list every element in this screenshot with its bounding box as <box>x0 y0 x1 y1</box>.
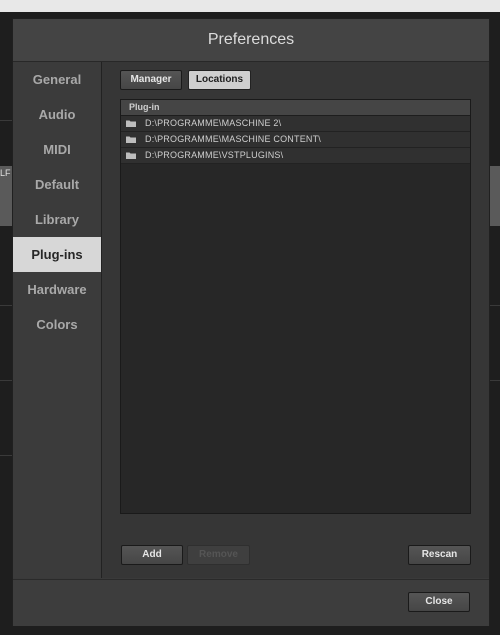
plug-ins-panel: Manager Locations Plug-in D:\PROGRAMME\M… <box>102 62 489 578</box>
location-path: D:\PROGRAMME\MASCHINE CONTENT\ <box>145 134 322 144</box>
plug-in-locations-table: Plug-in D:\PROGRAMME\MASCHINE 2\ D:\PROG… <box>120 99 471 514</box>
sidebar-item-audio[interactable]: Audio <box>13 97 101 132</box>
dialog-title: Preferences <box>13 19 489 62</box>
rescan-button[interactable]: Rescan <box>408 545 471 565</box>
tab-locations[interactable]: Locations <box>188 70 251 90</box>
sidebar-item-hardware[interactable]: Hardware <box>13 272 101 307</box>
background-app-panel-right <box>490 166 500 226</box>
folder-icon <box>126 152 136 159</box>
close-button[interactable]: Close <box>408 592 470 612</box>
preferences-sidebar: General Audio MIDI Default Library Plug-… <box>13 62 102 578</box>
table-row[interactable]: D:\PROGRAMME\MASCHINE CONTENT\ <box>121 132 470 148</box>
sidebar-item-default[interactable]: Default <box>13 167 101 202</box>
add-button[interactable]: Add <box>121 545 183 565</box>
background-divider <box>490 305 500 306</box>
dialog-footer: Close <box>13 579 489 626</box>
remove-button[interactable]: Remove <box>187 545 250 565</box>
sidebar-item-library[interactable]: Library <box>13 202 101 237</box>
sidebar-item-plug-ins[interactable]: Plug-ins <box>13 237 101 272</box>
table-row[interactable]: D:\PROGRAMME\MASCHINE 2\ <box>121 116 470 132</box>
preferences-dialog: Preferences General Audio MIDI Default L… <box>12 18 490 626</box>
background-app-top-bar <box>0 0 500 12</box>
tab-manager[interactable]: Manager <box>120 70 182 90</box>
table-row[interactable]: D:\PROGRAMME\VSTPLUGINS\ <box>121 148 470 164</box>
background-app-fragment-text: LF <box>0 168 11 178</box>
folder-icon <box>126 120 136 127</box>
sidebar-item-general[interactable]: General <box>13 62 101 97</box>
sidebar-item-colors[interactable]: Colors <box>13 307 101 342</box>
background-divider <box>490 380 500 381</box>
folder-icon <box>126 136 136 143</box>
location-path: D:\PROGRAMME\VSTPLUGINS\ <box>145 150 284 160</box>
location-path: D:\PROGRAMME\MASCHINE 2\ <box>145 118 282 128</box>
sidebar-item-midi[interactable]: MIDI <box>13 132 101 167</box>
table-header-plug-in[interactable]: Plug-in <box>121 100 470 116</box>
